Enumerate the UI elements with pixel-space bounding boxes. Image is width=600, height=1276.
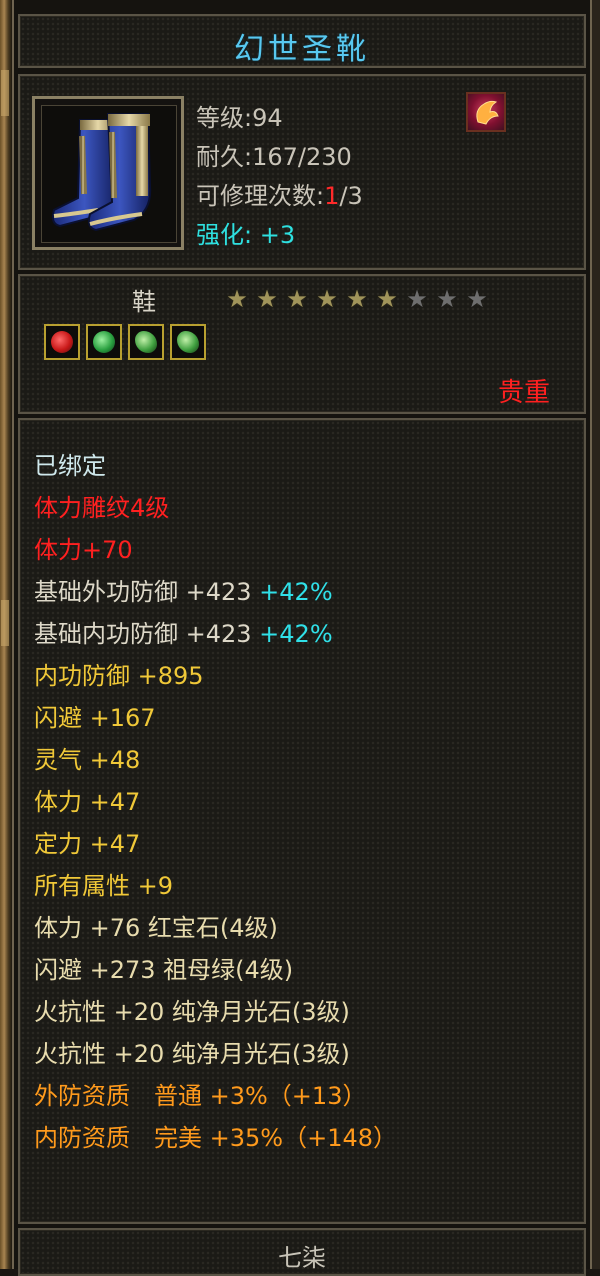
- ruby-gem-icon: [44, 324, 80, 360]
- level-stat: 等级:94: [196, 104, 283, 132]
- attribute-line: 体力 +76 红宝石(4级): [34, 914, 278, 942]
- star-filled-icon: ★: [376, 285, 398, 313]
- attribute-line: 外防资质 普通 +3%（+13）: [34, 1082, 367, 1110]
- emerald-gem-icon: [86, 324, 122, 360]
- attribute-line: 已绑定: [34, 452, 106, 480]
- attribute-line: 内防资质 完美 +35%（+148）: [34, 1124, 397, 1152]
- rarity-label: 贵重: [497, 378, 550, 408]
- attribute-line: 体力+70: [34, 536, 133, 564]
- star-filled-icon: ★: [316, 285, 338, 313]
- boots-icon: [41, 105, 177, 243]
- edge-ornament: [1, 70, 9, 116]
- star-filled-icon: ★: [286, 285, 308, 313]
- item-info-panel: 等级:94 耐久:167/230 可修理次数:1/3 强化: +3: [18, 74, 586, 270]
- item-icon-slot: [32, 96, 184, 250]
- attribute-line: 基础外功防御 +423 +42%: [34, 578, 333, 606]
- attribute-line: 基础内功防御 +423 +42%: [34, 620, 333, 648]
- star-filled-icon: ★: [256, 285, 278, 313]
- durability-stat: 耐久:167/230: [196, 143, 352, 171]
- attribute-line: 闪避 +167: [34, 704, 156, 732]
- star-rating: ★ ★ ★ ★ ★ ★ ★ ★ ★: [224, 286, 490, 312]
- attribute-line: 火抗性 +20 纯净月光石(3级): [34, 998, 350, 1026]
- star-empty-icon: ★: [466, 285, 488, 313]
- left-window-edge: [0, 0, 12, 1269]
- edge-ornament: [1, 600, 9, 646]
- attribute-line: 火抗性 +20 纯净月光石(3级): [34, 1040, 350, 1068]
- attribute-list: 已绑定 体力雕纹4级 体力+70 基础外功防御 +423 +42% 基础内功防御…: [18, 418, 586, 1224]
- moonstone-gem-icon: [170, 324, 206, 360]
- attribute-line: 所有属性 +9: [34, 872, 174, 900]
- attribute-line: 体力雕纹4级: [34, 494, 170, 522]
- attribute-line: 定力 +47: [34, 830, 141, 858]
- star-empty-icon: ★: [406, 285, 428, 313]
- item-type-label: 鞋: [132, 288, 156, 316]
- type-rating-panel: 鞋 ★ ★ ★ ★ ★ ★ ★ ★ ★ 贵重: [18, 274, 586, 414]
- attribute-line: 灵气 +48: [34, 746, 141, 774]
- gem-slots: [44, 324, 206, 360]
- moonstone-gem-icon: [128, 324, 164, 360]
- title-bar: 幻世圣靴: [18, 14, 586, 68]
- star-empty-icon: ★: [436, 285, 458, 313]
- phoenix-emblem-icon: [466, 92, 506, 132]
- attribute-line: 内功防御 +895: [34, 662, 204, 690]
- star-filled-icon: ★: [226, 285, 248, 313]
- enhance-stat: 强化: +3: [196, 221, 296, 249]
- star-filled-icon: ★: [346, 285, 368, 313]
- attribute-line: 闪避 +273 祖母绿(4级): [34, 956, 294, 984]
- item-name: 幻世圣靴: [234, 32, 370, 67]
- attribute-line: 体力 +47: [34, 788, 141, 816]
- right-window-edge: [592, 0, 600, 1269]
- footer-label: 七柒: [278, 1244, 326, 1272]
- repair-count-stat: 可修理次数:1/3: [196, 182, 363, 210]
